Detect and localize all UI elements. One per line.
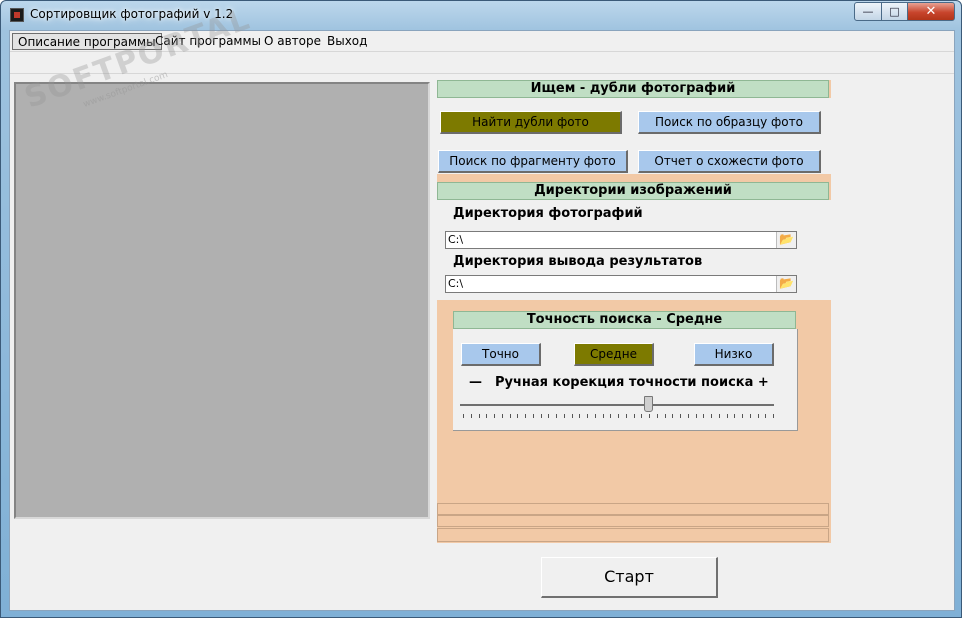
search-section-header: Ищем - дубли фотографий [437,80,829,98]
slider-tick [672,414,674,418]
status-row-2 [437,515,829,527]
slider-tick [664,414,666,418]
slider-tick [602,414,604,418]
minimize-button[interactable]: — [854,2,882,21]
slider-tick [463,414,464,418]
slider-tick [695,414,697,418]
menu-item-exit[interactable]: Выход [322,33,372,50]
slider-tick [509,414,511,418]
output-dir-label: Директория вывода результатов [453,254,703,269]
slider-tick [525,414,526,418]
menu-item-description[interactable]: Описание программы [12,33,162,50]
toolbar-strip [10,52,954,74]
slider-tick [633,414,635,418]
window-title: Сортировщик фотографий v 1.2 [30,7,234,21]
slider-tick [765,414,767,418]
slider-tick [571,414,573,418]
slider-tick [773,414,774,418]
status-row-3 [437,528,829,542]
slider-tick [494,414,495,418]
status-row-1 [437,503,829,515]
folder-open-icon[interactable]: 📂 [776,276,796,292]
slider-tick [540,414,542,418]
slider-tick [757,414,759,418]
folder-open-icon[interactable]: 📂 [776,232,796,248]
slider-tick [680,414,681,418]
slider-tick [610,414,612,418]
search-by-fragment-button[interactable]: Поиск по фрагменту фото [438,150,628,173]
app-icon[interactable] [10,8,24,22]
similarity-report-button[interactable]: Отчет о схожести фото [638,150,821,173]
search-by-sample-button[interactable]: Поиск по образцу фото [638,111,821,134]
accuracy-exact-button[interactable]: Точно [461,343,541,366]
find-duplicates-button[interactable]: Найти дубли фото [440,111,622,134]
settings-panel: Ищем - дубли фотографий Найти дубли фото… [437,80,831,543]
slider-tick [594,414,596,418]
slider-tick [563,414,565,418]
output-dir-input[interactable]: C:\ [445,275,797,293]
slider-tick [703,414,705,418]
close-button[interactable]: ✕ [907,2,955,21]
slider-tick [579,414,581,418]
title-bar[interactable]: Сортировщик фотографий v 1.2 — □ ✕ [1,1,961,30]
image-preview [14,82,430,519]
slider-tick [749,414,751,418]
slider-tick [470,414,472,418]
client-area: Описание программы Сайт программы О авто… [9,30,955,611]
slider-tick [718,414,720,418]
slider-tick [687,414,689,418]
accuracy-medium-button[interactable]: Средне [574,343,654,366]
menu-item-site[interactable]: Сайт программы [150,33,266,50]
manual-minus-label: — [469,375,482,390]
slider-tick [641,414,643,418]
slider-tick [556,414,557,418]
accuracy-low-button[interactable]: Низко [694,343,774,366]
slider-tick [532,414,534,418]
accuracy-slider-thumb[interactable] [644,396,654,412]
slider-tick [734,414,736,418]
maximize-button[interactable]: □ [881,2,908,21]
slider-tick [478,414,480,418]
slider-tick [649,414,650,418]
slider-tick [742,414,743,418]
slider-tick [501,414,503,418]
app-window: Сортировщик фотографий v 1.2 — □ ✕ Описа… [0,0,962,618]
photo-dir-input[interactable]: C:\ [445,231,797,249]
directories-section-header: Директории изображений [437,182,829,200]
photo-dir-label: Директория фотографий [453,206,643,221]
slider-ticks [463,414,774,420]
menu-item-author[interactable]: О авторе [259,33,326,50]
manual-correction-label: Ручная корекция точности поиска + [495,375,769,390]
slider-tick [726,414,728,418]
slider-tick [517,414,519,418]
slider-tick [486,414,488,418]
slider-tick [548,414,550,418]
slider-tick [618,414,619,418]
start-button[interactable]: Старт [541,557,718,598]
slider-tick [625,414,627,418]
accuracy-section-header: Точность поиска - Средне [453,311,796,329]
accuracy-slider-track[interactable] [460,404,774,406]
menu-bar: Описание программы Сайт программы О авто… [10,31,954,52]
slider-tick [656,414,658,418]
slider-tick [587,414,588,418]
slider-tick [711,414,712,418]
